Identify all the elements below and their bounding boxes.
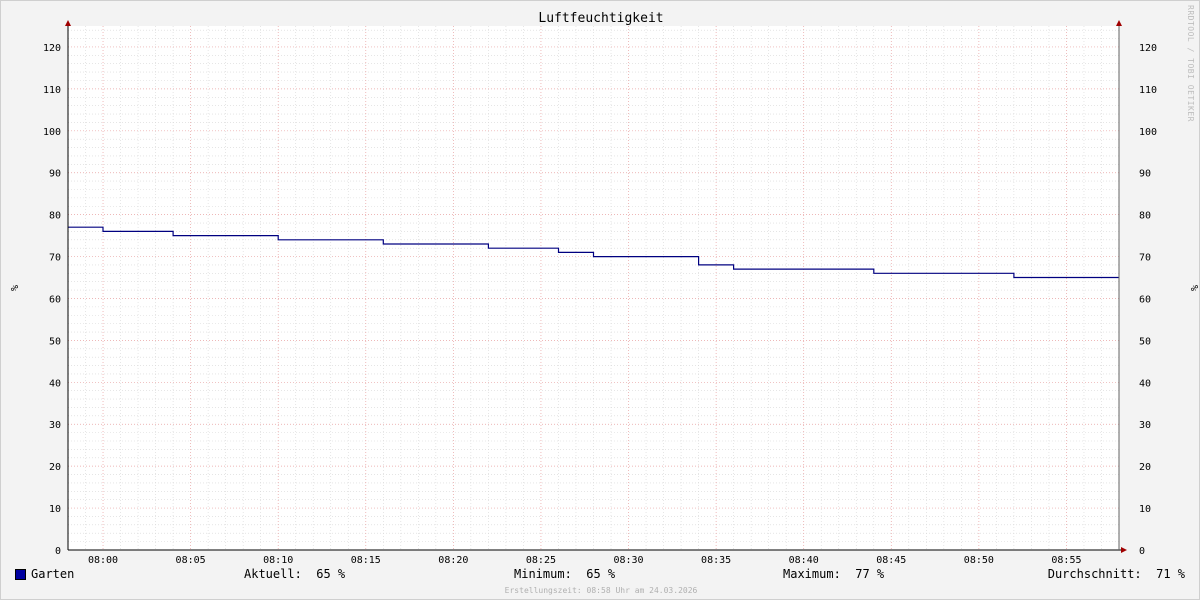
y-axis-label-right: % <box>1188 285 1199 291</box>
x-tick-label: 08:55 <box>1051 555 1081 566</box>
x-tick-label: 08:35 <box>701 555 731 566</box>
y-axis-right-arrow-icon <box>1116 20 1122 26</box>
x-tick-label: 08:20 <box>438 555 468 566</box>
x-tick-label: 08:25 <box>526 555 556 566</box>
y-tick-label: 100 <box>43 127 61 138</box>
y-tick-label-right: 100 <box>1139 127 1157 138</box>
y-tick-label-right: 70 <box>1139 253 1151 264</box>
y-tick-label: 40 <box>49 378 61 389</box>
creation-time: Erstellungszeit: 08:58 Uhr am 24.03.2026 <box>504 586 698 595</box>
legend-swatch <box>15 569 26 580</box>
y-tick-label: 30 <box>49 420 61 431</box>
x-tick-label: 08:45 <box>876 555 906 566</box>
y-tick-label: 20 <box>49 462 61 473</box>
x-tick-label: 08:05 <box>176 555 206 566</box>
y-tick-label: 10 <box>49 504 61 515</box>
x-tick-label: 08:00 <box>88 555 118 566</box>
stat-maximum: Maximum: 77 % <box>783 567 885 581</box>
y-tick-label-right: 90 <box>1139 169 1151 180</box>
y-tick-label: 60 <box>49 294 61 305</box>
chart-frame: Luftfeuchtigkeit RRDTOOL / TOBI OETIKER … <box>0 0 1200 600</box>
stat-minimum: Minimum: 65 % <box>514 567 616 581</box>
y-tick-label: 90 <box>49 169 61 180</box>
humidity-chart: 0 0 10 10 20 20 30 30 40 40 50 50 60 60 70 70 80 80 90 90 10… <box>8 20 1199 566</box>
y-tick-label: 120 <box>43 43 61 54</box>
y-tick-label-right: 0 <box>1139 546 1145 557</box>
y-tick-label: 110 <box>43 85 61 96</box>
y-tick-label-right: 120 <box>1139 43 1157 54</box>
y-tick-label: 80 <box>49 211 61 222</box>
y-tick-label-right: 60 <box>1139 294 1151 305</box>
legend-series-name: Garten <box>31 567 75 581</box>
y-tick-label-right: 40 <box>1139 378 1151 389</box>
stat-current: Aktuell: 65 % <box>244 567 346 581</box>
x-tick-label: 08:50 <box>964 555 994 566</box>
x-tick-label: 08:15 <box>351 555 381 566</box>
x-tick-label: 08:40 <box>789 555 819 566</box>
y-tick-label-right: 80 <box>1139 211 1151 222</box>
stat-average: Durchschnitt: 71 % <box>1047 567 1185 581</box>
x-tick-label: 08:30 <box>613 555 643 566</box>
y-tick-label-right: 110 <box>1139 85 1157 96</box>
y-tick-label: 70 <box>49 253 61 264</box>
y-axis-arrow-icon <box>65 20 71 26</box>
y-tick-label-right: 10 <box>1139 504 1151 515</box>
y-tick-label-right: 50 <box>1139 336 1151 347</box>
legend: Garten Aktuell: 65 % Minimum: 65 % Maxim… <box>1 567 1200 585</box>
x-axis-arrow-icon <box>1121 547 1127 553</box>
x-tick-label: 08:10 <box>263 555 293 566</box>
y-tick-label-right: 20 <box>1139 462 1151 473</box>
y-tick-label-right: 30 <box>1139 420 1151 431</box>
y-tick-label: 0 <box>55 546 61 557</box>
y-axis-label-left: % <box>8 285 19 291</box>
y-tick-label: 50 <box>49 336 61 347</box>
